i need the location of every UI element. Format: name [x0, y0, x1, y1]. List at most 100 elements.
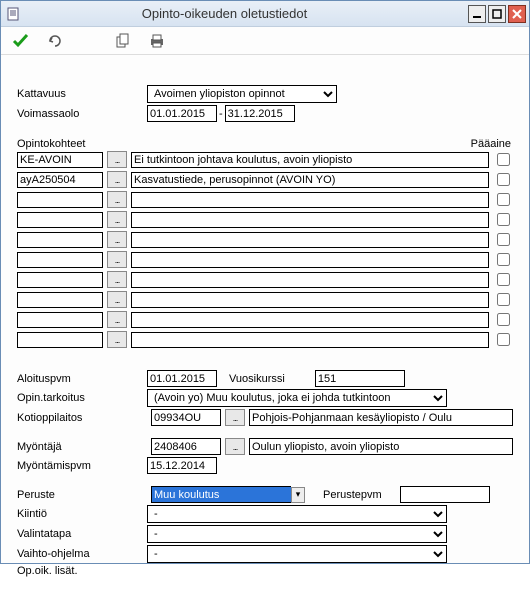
paaaine-checkbox[interactable] [497, 193, 510, 206]
opintokohde-code-input[interactable] [17, 192, 103, 208]
opintokohde-desc-input[interactable] [131, 252, 489, 268]
valintatapa-select[interactable]: - [147, 525, 447, 543]
table-row: ... [17, 190, 513, 209]
label-op-oik-lisat: Op.oik. lisät. [17, 565, 147, 577]
opintokohde-code-input[interactable] [17, 292, 103, 308]
label-kiintio: Kiintiö [17, 508, 147, 520]
myontaja-browse-button[interactable]: ... [225, 438, 245, 455]
opintokohde-code-input[interactable] [17, 212, 103, 228]
peruste-dropdown-icon[interactable]: ▾ [291, 487, 305, 503]
label-peruste: Peruste [17, 489, 147, 501]
opintokohde-code-input[interactable] [17, 172, 103, 188]
opintokohde-desc-input[interactable] [131, 152, 489, 168]
perustepvm-input[interactable] [400, 486, 490, 503]
opintokohde-browse-button[interactable]: ... [107, 331, 127, 348]
form-content: Kattavuus Avoimen yliopiston opinnot Voi… [1, 55, 529, 589]
label-voimassaolo: Voimassaolo [17, 108, 147, 120]
opintokohde-browse-button[interactable]: ... [107, 151, 127, 168]
dialog-window: Opinto-oikeuden oletustiedot Kattavuus A… [0, 0, 530, 564]
opintokohde-code-input[interactable] [17, 152, 103, 168]
table-row: ... [17, 230, 513, 249]
myontamispvm-input[interactable] [147, 457, 217, 474]
opintokohde-browse-button[interactable]: ... [107, 251, 127, 268]
label-valintatapa: Valintatapa [17, 528, 147, 540]
vaihto-ohjelma-select[interactable]: - [147, 545, 447, 563]
opintokohde-browse-button[interactable]: ... [107, 171, 127, 188]
aloituspvm-input[interactable] [147, 370, 217, 387]
label-opin-tarkoitus: Opin.tarkoitus [17, 392, 147, 404]
opintokohde-desc-input[interactable] [131, 272, 489, 288]
opintokohde-desc-input[interactable] [131, 332, 489, 348]
label-myontamispvm: Myöntämispvm [17, 460, 147, 472]
copy-button[interactable] [113, 31, 133, 51]
opintokohde-code-input[interactable] [17, 332, 103, 348]
opintokohde-code-input[interactable] [17, 272, 103, 288]
kotioppilaitos-code-input[interactable] [151, 409, 221, 426]
opintokohteet-table: Opintokohteet Pääaine ..................… [17, 138, 513, 349]
kotioppilaitos-name-input[interactable] [249, 409, 513, 426]
opintokohde-browse-button[interactable]: ... [107, 311, 127, 328]
table-row: ... [17, 250, 513, 269]
table-row: ... [17, 170, 513, 189]
paaaine-checkbox[interactable] [497, 313, 510, 326]
label-kattavuus: Kattavuus [17, 88, 147, 100]
kattavuus-select[interactable]: Avoimen yliopiston opinnot [147, 85, 337, 103]
voimassa-loppu-input[interactable] [225, 105, 295, 122]
print-button[interactable] [147, 31, 167, 51]
table-row: ... [17, 270, 513, 289]
label-myontaja: Myöntäjä [17, 441, 147, 453]
voimassa-alku-input[interactable] [147, 105, 217, 122]
table-row: ... [17, 210, 513, 229]
window-title: Opinto-oikeuden oletustiedot [0, 6, 468, 21]
titlebar: Opinto-oikeuden oletustiedot [1, 1, 529, 27]
opintokohde-desc-input[interactable] [131, 192, 489, 208]
opintokohde-code-input[interactable] [17, 252, 103, 268]
maximize-button[interactable] [488, 5, 506, 23]
opintokohde-browse-button[interactable]: ... [107, 211, 127, 228]
label-kotioppilaitos: Kotioppilaitos [17, 412, 147, 424]
myontaja-name-input[interactable] [249, 438, 513, 455]
opintokohde-code-input[interactable] [17, 312, 103, 328]
col-header-paaaine: Pääaine [463, 138, 513, 150]
kotioppilaitos-browse-button[interactable]: ... [225, 409, 245, 426]
col-header-opintokohteet: Opintokohteet [17, 138, 107, 150]
peruste-select[interactable] [151, 486, 291, 503]
opintokohde-desc-input[interactable] [131, 212, 489, 228]
opintokohde-desc-input[interactable] [131, 312, 489, 328]
paaaine-checkbox[interactable] [497, 293, 510, 306]
opintokohde-desc-input[interactable] [131, 232, 489, 248]
table-row: ... [17, 310, 513, 329]
opintokohde-browse-button[interactable]: ... [107, 291, 127, 308]
opintokohde-code-input[interactable] [17, 232, 103, 248]
paaaine-checkbox[interactable] [497, 233, 510, 246]
opin-tarkoitus-select[interactable]: (Avoin yo) Muu koulutus, joka ei johda t… [147, 389, 447, 407]
table-row: ... [17, 330, 513, 349]
close-button[interactable] [508, 5, 526, 23]
paaaine-checkbox[interactable] [497, 213, 510, 226]
date-separator: - [219, 108, 223, 120]
table-row: ... [17, 150, 513, 169]
label-perustepvm: Perustepvm [323, 489, 382, 501]
paaaine-checkbox[interactable] [497, 273, 510, 286]
undo-button[interactable] [45, 31, 65, 51]
opintokohde-browse-button[interactable]: ... [107, 231, 127, 248]
kiintio-select[interactable]: - [147, 505, 447, 523]
label-vaihto-ohjelma: Vaihto-ohjelma [17, 548, 147, 560]
vuosikurssi-input[interactable] [315, 370, 405, 387]
opintokohde-desc-input[interactable] [131, 172, 489, 188]
opintokohde-browse-button[interactable]: ... [107, 271, 127, 288]
paaaine-checkbox[interactable] [497, 153, 510, 166]
label-aloituspvm: Aloituspvm [17, 373, 147, 385]
label-vuosikurssi: Vuosikurssi [229, 373, 285, 385]
paaaine-checkbox[interactable] [497, 333, 510, 346]
window-buttons [468, 5, 529, 23]
minimize-button[interactable] [468, 5, 486, 23]
myontaja-code-input[interactable] [151, 438, 221, 455]
paaaine-checkbox[interactable] [497, 173, 510, 186]
accept-button[interactable] [11, 31, 31, 51]
paaaine-checkbox[interactable] [497, 253, 510, 266]
opintokohde-desc-input[interactable] [131, 292, 489, 308]
opintokohde-browse-button[interactable]: ... [107, 191, 127, 208]
table-row: ... [17, 290, 513, 309]
toolbar [1, 27, 529, 55]
